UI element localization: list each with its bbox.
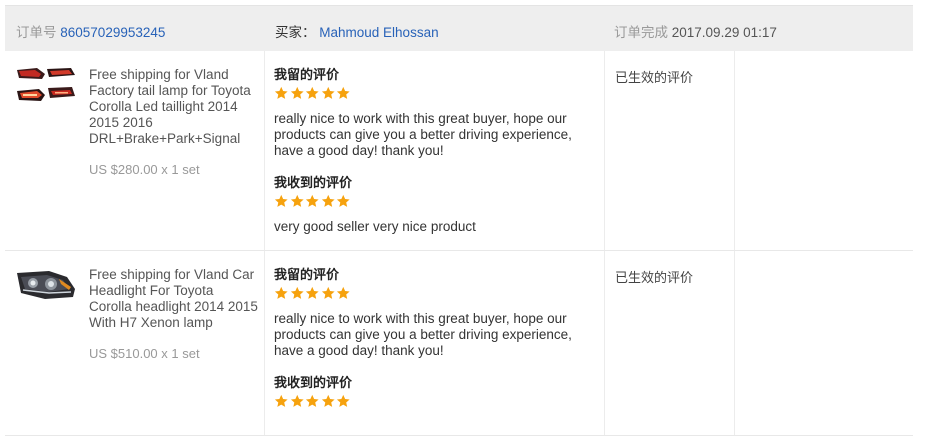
buyer-name-link[interactable]: Mahmoud Elhossan xyxy=(319,25,438,40)
star-icon xyxy=(321,86,335,99)
buyer-label: 买家： xyxy=(275,25,316,40)
product-title-link[interactable]: Free shipping for Vland Car Headlight Fo… xyxy=(89,267,259,331)
product-title-link[interactable]: Free shipping for Vland Factory tail lam… xyxy=(89,67,259,147)
order-number-link[interactable]: 86057029953245 xyxy=(60,25,165,40)
column-divider xyxy=(264,251,265,435)
tail-lamp-product-image[interactable] xyxy=(15,65,77,109)
completed-time-field: 订单完成 2017.09.29 01:17 xyxy=(614,21,777,41)
product-price: US $510.00 x 1 set xyxy=(89,346,200,361)
buyer-field: 买家： Mahmoud Elhossan xyxy=(275,21,439,41)
star-icon xyxy=(336,286,350,299)
received-feedback-label: 我收到的评价 xyxy=(274,175,353,190)
left-feedback: 我留的评价 really nice to work with this grea… xyxy=(274,267,594,359)
star-icon xyxy=(321,286,335,299)
star-icon xyxy=(274,394,288,407)
star-icon xyxy=(274,194,288,207)
star-icon xyxy=(290,194,304,207)
star-icon xyxy=(336,194,350,207)
star-icon xyxy=(290,286,304,299)
left-feedback-label: 我留的评价 xyxy=(274,267,340,282)
left-feedback: 我留的评价 really nice to work with this grea… xyxy=(274,67,594,159)
completed-label: 订单完成 xyxy=(614,25,668,40)
star-icon xyxy=(290,86,304,99)
star-icon xyxy=(336,394,350,407)
left-feedback-label: 我留的评价 xyxy=(274,67,340,82)
star-icon xyxy=(274,286,288,299)
left-feedback-text: really nice to work with this great buye… xyxy=(274,311,572,358)
order-header: 订单号 86057029953245 买家： Mahmoud Elhossan … xyxy=(5,5,913,51)
product-price: US $280.00 x 1 set xyxy=(89,162,200,177)
received-feedback-stars xyxy=(274,394,594,410)
completed-time: 2017.09.29 01:17 xyxy=(671,25,777,40)
order-number-field: 订单号 86057029953245 xyxy=(16,21,165,41)
star-icon xyxy=(321,194,335,207)
column-divider xyxy=(734,51,735,250)
left-feedback-stars xyxy=(274,286,594,302)
feedback-status: 已生效的评价 xyxy=(615,270,694,285)
order-item-row: Free shipping for Vland Car Headlight Fo… xyxy=(5,251,913,436)
column-divider xyxy=(734,251,735,435)
star-icon xyxy=(290,394,304,407)
received-feedback: 我收到的评价 xyxy=(274,375,594,410)
star-icon xyxy=(305,86,319,99)
column-divider xyxy=(604,251,605,435)
star-icon xyxy=(321,394,335,407)
star-icon xyxy=(336,86,350,99)
column-divider xyxy=(264,51,265,250)
star-icon xyxy=(305,286,319,299)
left-feedback-stars xyxy=(274,86,594,102)
order-number-label: 订单号 xyxy=(16,25,57,40)
received-feedback-stars xyxy=(274,194,594,210)
column-divider xyxy=(604,51,605,250)
left-feedback-text: really nice to work with this great buye… xyxy=(274,111,572,158)
star-icon xyxy=(305,394,319,407)
received-feedback-label: 我收到的评价 xyxy=(274,375,353,390)
received-feedback-text: very good seller very nice product xyxy=(274,219,476,234)
headlight-product-image[interactable] xyxy=(15,265,77,309)
order-item-row: Free shipping for Vland Factory tail lam… xyxy=(5,51,913,251)
star-icon xyxy=(305,194,319,207)
received-feedback: 我收到的评价 very good seller very nice produc… xyxy=(274,175,594,235)
feedback-status: 已生效的评价 xyxy=(615,70,694,85)
star-icon xyxy=(274,86,288,99)
